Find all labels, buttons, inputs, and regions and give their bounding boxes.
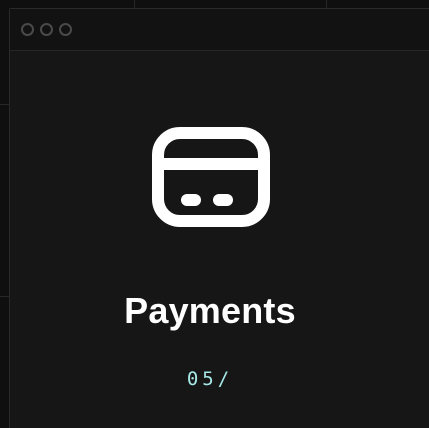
grid-line	[326, 0, 327, 8]
card-index: 05/	[186, 368, 234, 390]
window-control-close[interactable]	[21, 23, 34, 36]
grid-line	[134, 0, 135, 8]
window-control-minimize[interactable]	[40, 23, 53, 36]
window-control-maximize[interactable]	[59, 23, 72, 36]
window-titlebar	[10, 9, 429, 51]
card-title: Payments	[124, 290, 296, 331]
credit-card-icon	[147, 122, 275, 232]
grid-line	[0, 104, 9, 105]
